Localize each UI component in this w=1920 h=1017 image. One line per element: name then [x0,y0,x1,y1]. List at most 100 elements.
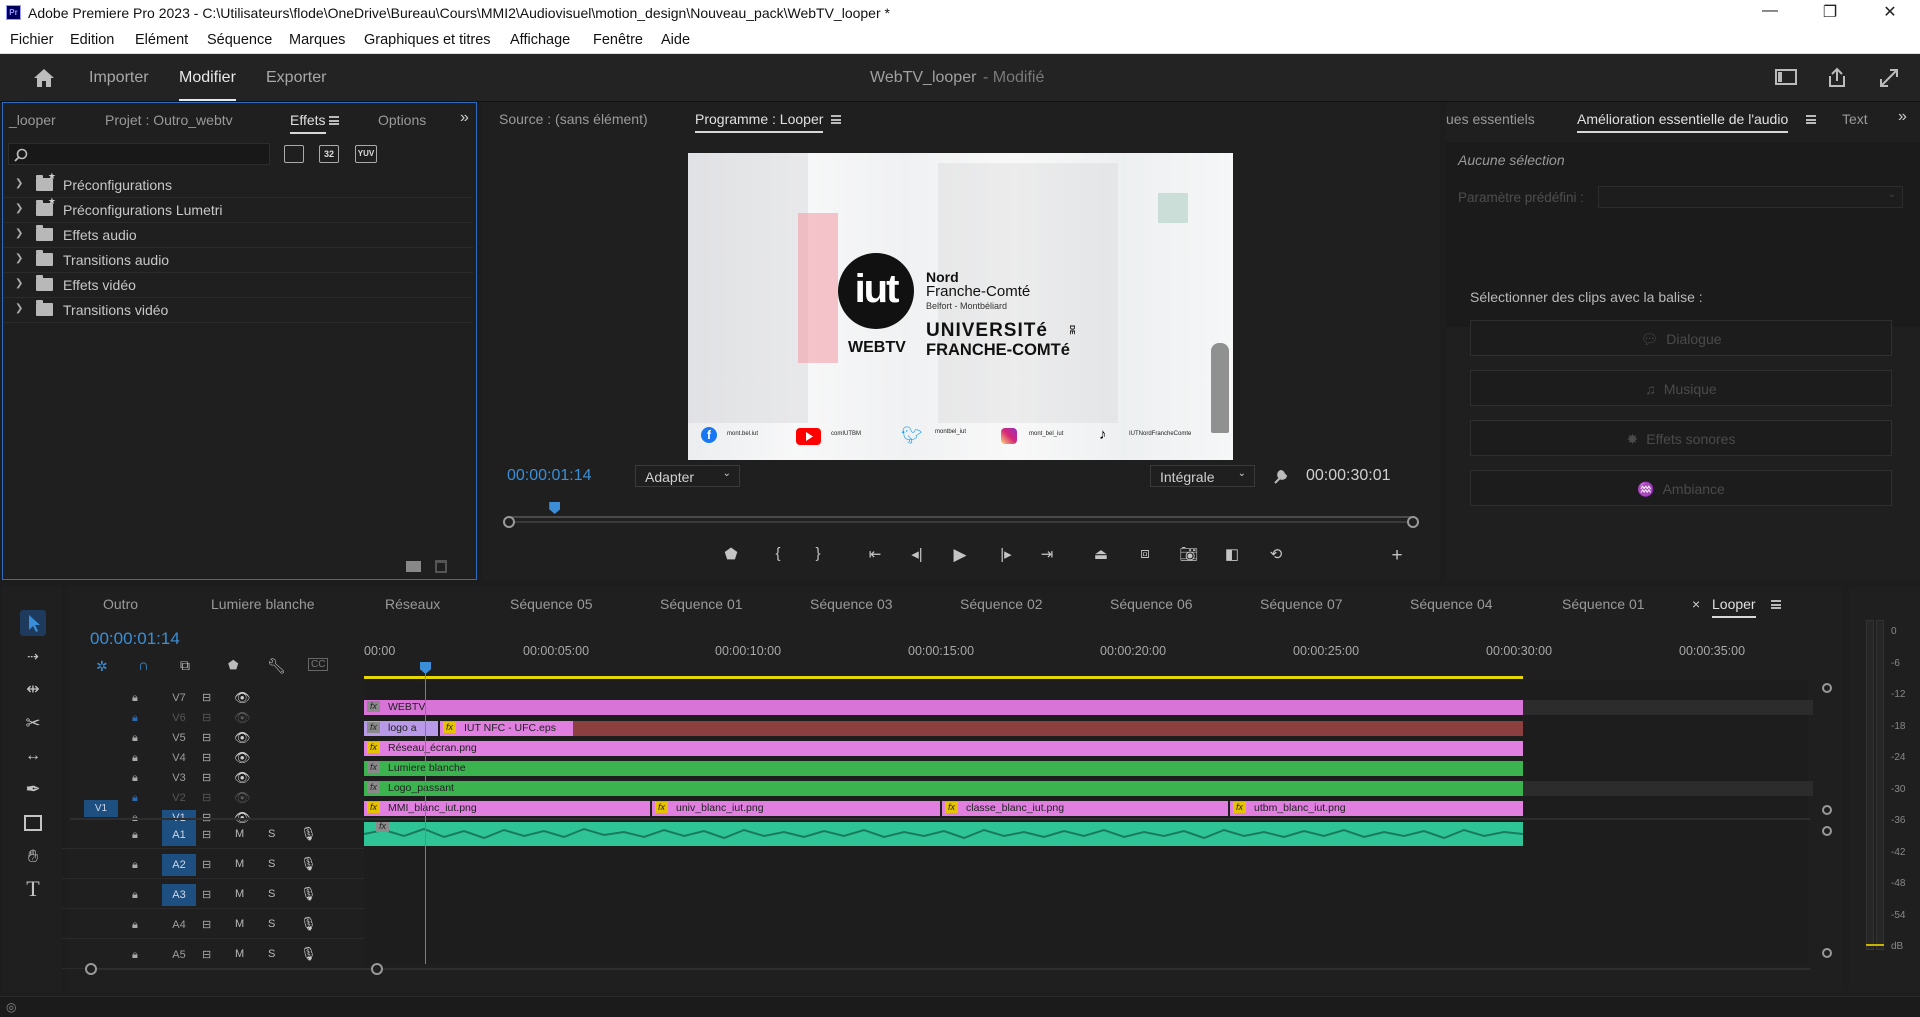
fullscreen-icon[interactable] [1878,67,1900,89]
mute-button[interactable]: M [235,828,244,840]
hand-tool-icon[interactable]: ✋︎ [20,843,46,869]
tab-importer[interactable]: Importer [89,69,149,87]
expand-arrow-icon[interactable]: ❯ [15,203,23,214]
v-scroll-handle-audio[interactable] [1822,826,1832,836]
eye-icon[interactable]: 👁︎ [234,690,251,706]
track-label[interactable]: A2 [162,854,196,876]
seq-tab-04[interactable]: Séquence 04 [1410,596,1493,612]
selection-tool-icon[interactable] [20,610,46,636]
clip-iut-nfc-extension[interactable] [573,721,1523,736]
pen-tool-icon[interactable]: ✒︎ [20,776,46,802]
eye-icon[interactable]: 👁︎ [234,790,251,806]
fit-dropdown[interactable]: Adapter ⌄ [635,465,740,487]
add-marker-icon[interactable]: ⬟ [228,658,238,672]
source-patch-v1[interactable]: V1 [84,800,118,817]
mark-in-icon[interactable]: { [767,545,789,562]
microphone-icon[interactable]: 🎙︎ [300,946,317,962]
solo-button[interactable]: S [268,888,275,900]
program-scrubber[interactable] [511,516,1411,518]
yuv-effects-icon[interactable]: YUV [355,145,377,163]
tab-program[interactable]: Programme : Looper [695,111,824,133]
track-label[interactable]: V3 [162,770,196,787]
lift-icon[interactable]: ⏏ [1090,545,1112,563]
razor-tool-icon[interactable]: ✂︎ [20,710,46,736]
microphone-icon[interactable]: 🎙︎ [300,856,317,872]
tab-essentials[interactable]: ues essentiels [1446,111,1535,127]
go-to-out-icon[interactable]: ⇥ [1036,545,1058,563]
audio-menu-icon[interactable] [1806,115,1816,124]
lock-icon[interactable]: 🔒︎ [132,692,138,705]
trash-icon[interactable] [435,560,447,573]
panel-overflow-icon[interactable]: » [460,109,469,127]
slip-tool-icon[interactable]: ↔ [20,743,46,769]
clip-classe[interactable]: fx classe_blanc_iut.png [942,801,1229,816]
seq-tab-01[interactable]: Séquence 01 [660,596,743,612]
menu-graphiques[interactable]: Graphiques et titres [364,32,491,48]
clip-univ[interactable]: fx univ_blanc_iut.png [652,801,941,816]
solo-button[interactable]: S [268,948,275,960]
seq-tab-outro[interactable]: Outro [103,596,138,612]
clip-utbm[interactable]: fx utbm_blanc_iut.png [1230,801,1523,816]
accelerated-effects-icon[interactable] [284,145,304,163]
lock-icon[interactable]: 🔒︎ [132,949,138,962]
track-label[interactable]: V7 [162,690,196,707]
track-label[interactable]: V6 [162,710,196,727]
clip-webtv[interactable]: fx WEBTV [364,700,1523,715]
share-icon[interactable] [1826,66,1848,88]
track-select-tool-icon[interactable]: ⇢ [20,643,46,669]
settings-wrench-icon[interactable]: 🔧︎ [267,657,286,675]
sync-lock-icon[interactable]: ⊟ [202,751,211,764]
lock-icon[interactable]: 🔒︎ [132,889,138,902]
tab-audio-enhancement[interactable]: Amélioration essentielle de l'audio [1577,111,1789,133]
clip-mmi[interactable]: fx MMI_blanc_iut.png [364,801,651,816]
proxy-toggle-icon[interactable]: ⟲ [1265,545,1287,563]
work-area-bar[interactable] [364,676,1523,679]
clip-logo-passant[interactable]: fx Logo_passant [364,781,1523,796]
ripple-edit-tool-icon[interactable]: ⇹ [20,677,46,703]
lock-icon[interactable]: 🔒︎ [132,752,138,765]
tree-item-lumetri[interactable]: ❯ Préconfigurations Lumetri [3,196,473,223]
tree-item-audio-transitions[interactable]: ❯ Transitions audio [3,248,473,273]
effects-search-input[interactable] [8,143,270,165]
expand-arrow-icon[interactable]: ❯ [15,303,23,314]
track-label[interactable]: A4 [162,914,196,936]
clip-iut-nfc[interactable]: fx IUT NFC - UFC.eps [440,721,573,736]
sync-lock-icon[interactable]: ⊟ [202,828,211,841]
solo-button[interactable]: S [268,918,275,930]
play-icon[interactable]: ▶ [949,545,971,565]
zoom-handle-left[interactable] [503,516,515,528]
linked-selection-icon[interactable]: ⧉ [180,657,190,674]
ambience-button[interactable]: ♒ Ambiance [1470,470,1892,506]
program-timecode[interactable]: 00:00:01:14 [507,467,592,485]
timeline-timecode[interactable]: 00:00:01:14 [90,629,180,649]
layout-icon[interactable] [1775,68,1797,86]
menu-affichage[interactable]: Affichage [510,32,570,48]
add-marker-icon[interactable]: ⬟ [720,545,742,563]
add-button-icon[interactable]: + [1386,545,1408,567]
expand-arrow-icon[interactable]: ❯ [15,228,23,239]
panel-overflow-icon[interactable]: » [1898,108,1907,126]
microphone-icon[interactable]: 🎙︎ [300,916,317,932]
track-label[interactable]: V2 [162,790,196,807]
tab-text[interactable]: Text [1842,111,1868,127]
v-scroll-handle-top[interactable] [1822,683,1832,693]
eye-icon[interactable]: 👁︎ [234,730,251,746]
menu-fichier[interactable]: Fichier [10,32,54,48]
render-status-icon[interactable]: ◎ [6,1000,16,1014]
microphone-icon[interactable]: 🎙︎ [300,826,317,842]
tree-item-video-transitions[interactable]: ❯ Transitions vidéo [3,298,473,323]
expand-arrow-icon[interactable]: ❯ [15,178,23,189]
lock-icon[interactable]: 🔒︎ [132,772,138,785]
effects-menu-icon[interactable] [329,116,339,125]
v-scroll-handle-mid[interactable] [1822,805,1832,815]
rectangle-tool-icon[interactable] [20,810,46,836]
seq-tab-05[interactable]: Séquence 05 [510,596,593,612]
captions-icon[interactable]: CC [308,658,329,671]
extract-icon[interactable]: ⧈ [1134,545,1156,562]
timeline-playhead-line[interactable] [425,662,426,964]
sync-lock-icon[interactable]: ⊟ [202,858,211,871]
nest-icon[interactable]: ✲ [96,658,108,675]
h-scroll-handle-left[interactable] [85,963,97,975]
seq-tab-reseaux[interactable]: Réseaux [385,596,440,612]
new-bin-icon[interactable] [406,561,421,572]
